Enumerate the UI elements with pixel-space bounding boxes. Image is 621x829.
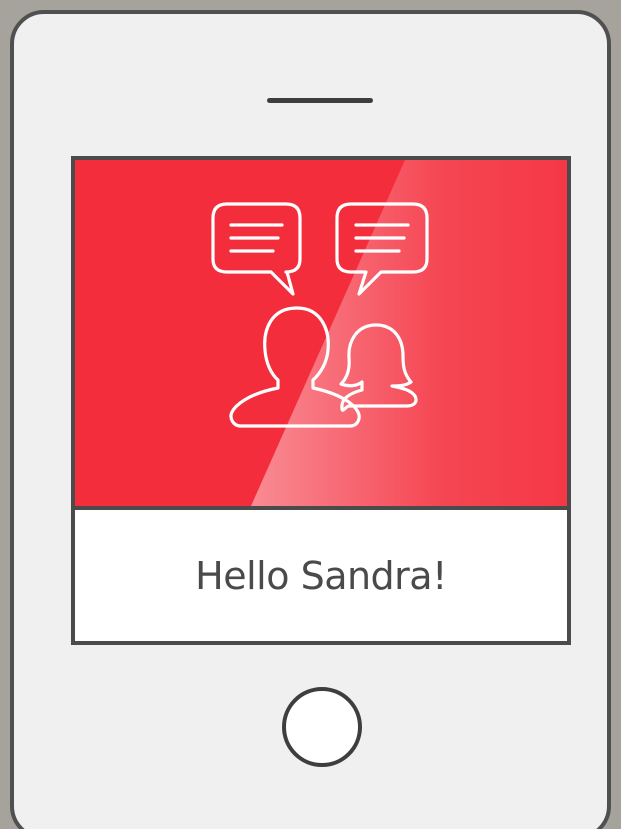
speaker-slot — [267, 98, 373, 103]
chat-banner — [75, 160, 567, 506]
tablet-device: Hello Sandra! — [10, 10, 611, 829]
device-screen: Hello Sandra! — [71, 156, 571, 645]
page: Hello Sandra! — [0, 0, 621, 829]
greeting-panel: Hello Sandra! — [75, 510, 567, 641]
home-button[interactable] — [282, 687, 362, 767]
greeting-text: Hello Sandra! — [195, 553, 447, 598]
